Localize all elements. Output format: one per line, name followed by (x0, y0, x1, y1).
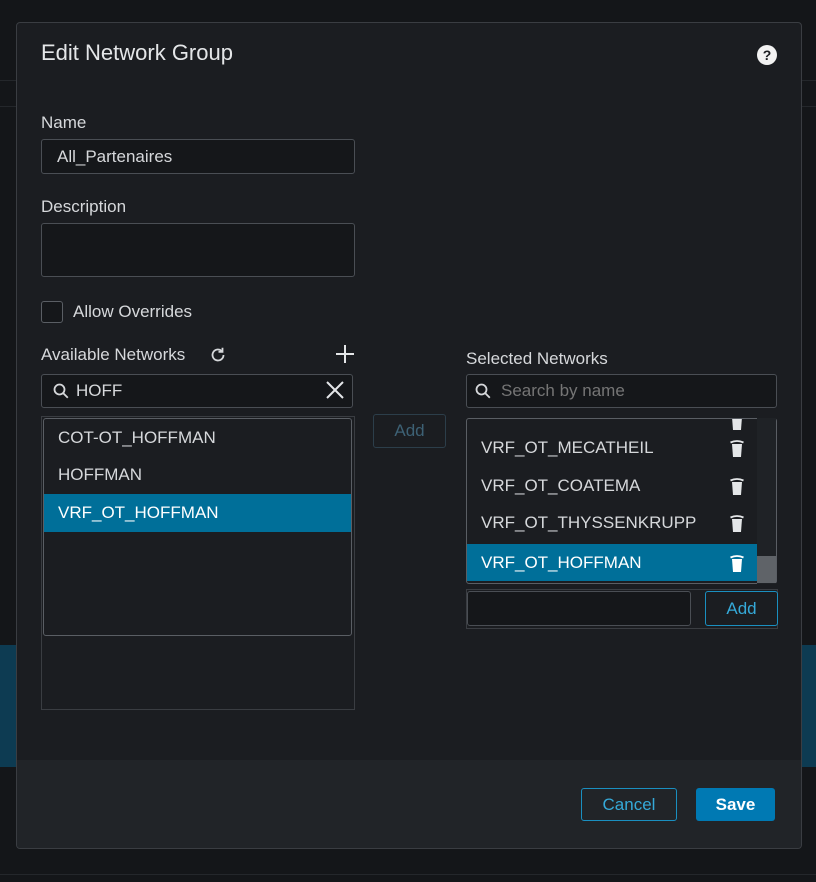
allow-overrides-label: Allow Overrides (73, 302, 193, 321)
scrollbar-thumb[interactable] (757, 556, 776, 583)
trash-icon[interactable] (729, 513, 745, 533)
allow-overrides-checkbox[interactable] (41, 301, 63, 323)
name-label: Name (41, 113, 87, 132)
plus-icon[interactable] (334, 343, 356, 365)
available-search-input[interactable]: HOFF (41, 374, 353, 408)
dialog-title: Edit Network Group (41, 40, 233, 65)
list-item[interactable]: VRF_OT_HOFFMAN (467, 544, 757, 581)
save-button[interactable]: Save (696, 788, 775, 821)
list-item-label: VRF_OT_THYSSENKRUPP (481, 512, 697, 532)
clear-search-icon[interactable] (325, 380, 345, 400)
list-item-label: VRF_OT_MECATHEIL (481, 437, 654, 457)
available-networks-label: Available Networks (41, 345, 186, 364)
manual-network-input[interactable] (467, 591, 691, 626)
selected-search-input[interactable] (466, 374, 777, 408)
list-item[interactable]: COT-OT_HOFFMAN (44, 419, 351, 457)
list-item-label: VRF_OT_HOFFMAN (481, 552, 642, 572)
trash-icon[interactable] (729, 438, 745, 458)
trash-icon[interactable] (729, 553, 745, 573)
available-networks-list[interactable]: COT-OT_HOFFMAN HOFFMAN VRF_OT_HOFFMAN (43, 418, 352, 636)
refresh-icon[interactable] (209, 346, 227, 364)
list-item[interactable]: VRF_OT_HOFFMAN (44, 494, 351, 532)
search-icon (475, 383, 491, 399)
help-icon[interactable]: ? (757, 45, 777, 65)
manual-add-button[interactable]: Add (705, 591, 778, 626)
edit-network-group-dialog: Edit Network Group ? Name All_Partenaire… (16, 22, 802, 849)
search-icon (53, 383, 69, 399)
selected-networks-list[interactable]: VRF_OT_MECATHEIL VRF_OT_COATEMA VRF_OT_T… (466, 418, 777, 584)
list-item[interactable]: HOFFMAN (44, 457, 351, 495)
name-field[interactable]: All_Partenaires (41, 139, 355, 174)
background-divider (0, 874, 816, 875)
list-item[interactable]: VRF_OT_THYSSENKRUPP (467, 504, 757, 541)
list-item[interactable]: VRF_OT_COATEMA (467, 467, 757, 504)
description-label: Description (41, 197, 127, 216)
add-to-selected-button[interactable]: Add (373, 414, 446, 448)
dialog-footer (17, 760, 801, 848)
description-field[interactable] (41, 223, 355, 277)
cancel-button[interactable]: Cancel (581, 788, 677, 821)
selected-networks-label: Selected Networks (466, 349, 608, 368)
list-item-label: VRF_OT_COATEMA (481, 475, 641, 495)
trash-icon[interactable] (729, 476, 745, 496)
list-item[interactable]: VRF_OT_MECATHEIL (467, 429, 757, 466)
